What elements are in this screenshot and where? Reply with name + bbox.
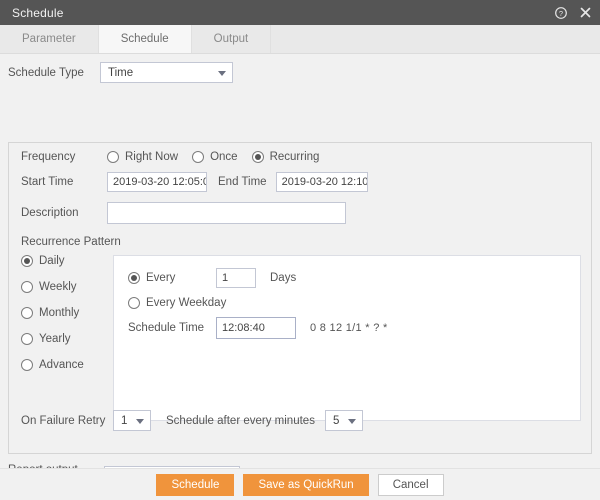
daily-pattern-panel: Every 1 Days Every Weekday Schedule Time — [113, 255, 581, 421]
every-days-input[interactable]: 1 — [216, 268, 256, 288]
schedule-type-label: Schedule Type — [8, 66, 84, 79]
radio-every[interactable]: Every — [128, 272, 216, 284]
radio-weekly-label: Weekly — [39, 281, 77, 293]
cancel-button[interactable]: Cancel — [377, 473, 444, 496]
radio-daily[interactable]: Daily — [21, 255, 107, 267]
failure-retry-label: On Failure Retry — [21, 414, 106, 427]
radio-right-now-dot — [107, 151, 119, 163]
schedule-dialog: Schedule ? Parameter Schedule Output Sch… — [0, 0, 600, 500]
radio-right-now[interactable]: Right Now — [107, 151, 178, 163]
radio-weekly-dot — [21, 281, 33, 293]
retry-minutes-value: 5 — [332, 414, 340, 427]
radio-advance[interactable]: Advance — [21, 359, 107, 371]
retry-interval-label: Schedule after every minutes — [166, 414, 315, 427]
schedule-type-select[interactable]: Time — [100, 62, 233, 83]
help-circle-icon[interactable]: ? — [554, 6, 568, 20]
radio-every-weekday-label: Every Weekday — [146, 297, 227, 309]
tab-output[interactable]: Output — [191, 25, 272, 53]
radio-recurring[interactable]: Recurring — [251, 151, 320, 163]
every-weekday-row: Every Weekday — [114, 288, 580, 309]
radio-monthly-label: Monthly — [39, 307, 80, 319]
schedule-time-label: Schedule Time — [128, 322, 205, 334]
start-time-label: Start Time — [21, 176, 74, 188]
radio-yearly[interactable]: Yearly — [21, 333, 107, 345]
radio-advance-label: Advance — [39, 359, 84, 371]
dialog-body: Schedule Type Time Frequency Right Now O… — [0, 54, 600, 500]
recurrence-pattern-section: Daily Weekly Monthly Yearly Advance Ever… — [9, 255, 591, 425]
radio-monthly[interactable]: Monthly — [21, 307, 107, 319]
radio-yearly-label: Yearly — [39, 333, 71, 345]
radio-once-dot — [192, 151, 205, 163]
radio-yearly-dot — [21, 333, 33, 345]
radio-recurring-dot — [251, 151, 264, 163]
end-time-label: End Time — [218, 176, 267, 188]
radio-once-label: Once — [210, 151, 238, 163]
radio-once[interactable]: Once — [192, 151, 238, 163]
tab-parameter[interactable]: Parameter — [0, 25, 99, 53]
radio-monthly-dot — [21, 307, 33, 319]
radio-right-now-label: Right Now — [125, 151, 179, 163]
time-range-row: Start Time 2019-03-20 12:05:0 End Time 2… — [9, 163, 591, 192]
description-input[interactable] — [107, 202, 346, 224]
schedule-type-row: Schedule Type Time — [0, 54, 600, 90]
failure-retry-value: 1 — [121, 414, 128, 427]
dialog-footer: Schedule Save as QuickRun Cancel — [0, 468, 600, 500]
chevron-down-icon — [136, 418, 144, 424]
svg-text:?: ? — [559, 8, 563, 17]
radio-advance-dot — [21, 359, 33, 371]
description-label: Description — [21, 207, 79, 219]
chevron-down-icon — [347, 418, 356, 424]
schedule-button[interactable]: Schedule — [156, 473, 235, 496]
frequency-label: Frequency — [21, 151, 76, 163]
frequency-row: Frequency Right Now Once Recurring — [9, 143, 591, 163]
chevron-down-icon — [218, 70, 226, 76]
schedule-type-value: Time — [108, 66, 134, 79]
radio-every-weekday-dot — [128, 297, 140, 309]
tab-parameter-label: Parameter — [22, 33, 76, 45]
radio-weekly[interactable]: Weekly — [21, 281, 107, 293]
failure-retry-select[interactable]: 1 — [113, 410, 151, 431]
end-time-input[interactable]: 2019-03-20 12:10:2 — [275, 172, 368, 192]
radio-every-label: Every — [146, 272, 176, 284]
recurrence-pattern-label: Recurrence Pattern — [21, 236, 121, 248]
radio-every-weekday[interactable]: Every Weekday — [128, 297, 226, 309]
radio-daily-label: Daily — [39, 255, 65, 267]
every-days-unit-label: Days — [270, 272, 297, 284]
retry-minutes-select[interactable]: 5 — [324, 410, 363, 431]
tab-output-label: Output — [213, 33, 249, 45]
schedule-time-input[interactable]: 12:08:40 — [216, 317, 296, 339]
description-row: Description — [9, 192, 591, 224]
title-bar: Schedule ? — [0, 0, 600, 25]
every-days-row: Every 1 Days — [114, 256, 580, 288]
recurring-settings-panel: Frequency Right Now Once Recurring Start… — [8, 142, 592, 454]
window-title: Schedule — [12, 5, 64, 20]
close-icon[interactable] — [578, 6, 592, 20]
tab-schedule[interactable]: Schedule — [98, 25, 192, 53]
failure-retry-row: On Failure Retry 1 Schedule after every … — [21, 410, 363, 431]
radio-recurring-label: Recurring — [269, 151, 320, 163]
title-bar-actions: ? — [554, 6, 592, 20]
recurrence-pattern-options: Daily Weekly Monthly Yearly Advance — [21, 255, 107, 371]
cron-expression: 0 8 12 1/1 * ? * — [310, 322, 388, 334]
schedule-time-row: Schedule Time 12:08:40 0 8 12 1/1 * ? * — [114, 309, 580, 339]
start-time-input[interactable]: 2019-03-20 12:05:0 — [107, 172, 207, 192]
radio-daily-dot — [21, 255, 33, 267]
radio-every-dot — [128, 272, 140, 284]
save-as-quickrun-button[interactable]: Save as QuickRun — [243, 473, 369, 496]
tab-strip: Parameter Schedule Output — [0, 25, 600, 54]
tab-schedule-label: Schedule — [120, 33, 169, 45]
